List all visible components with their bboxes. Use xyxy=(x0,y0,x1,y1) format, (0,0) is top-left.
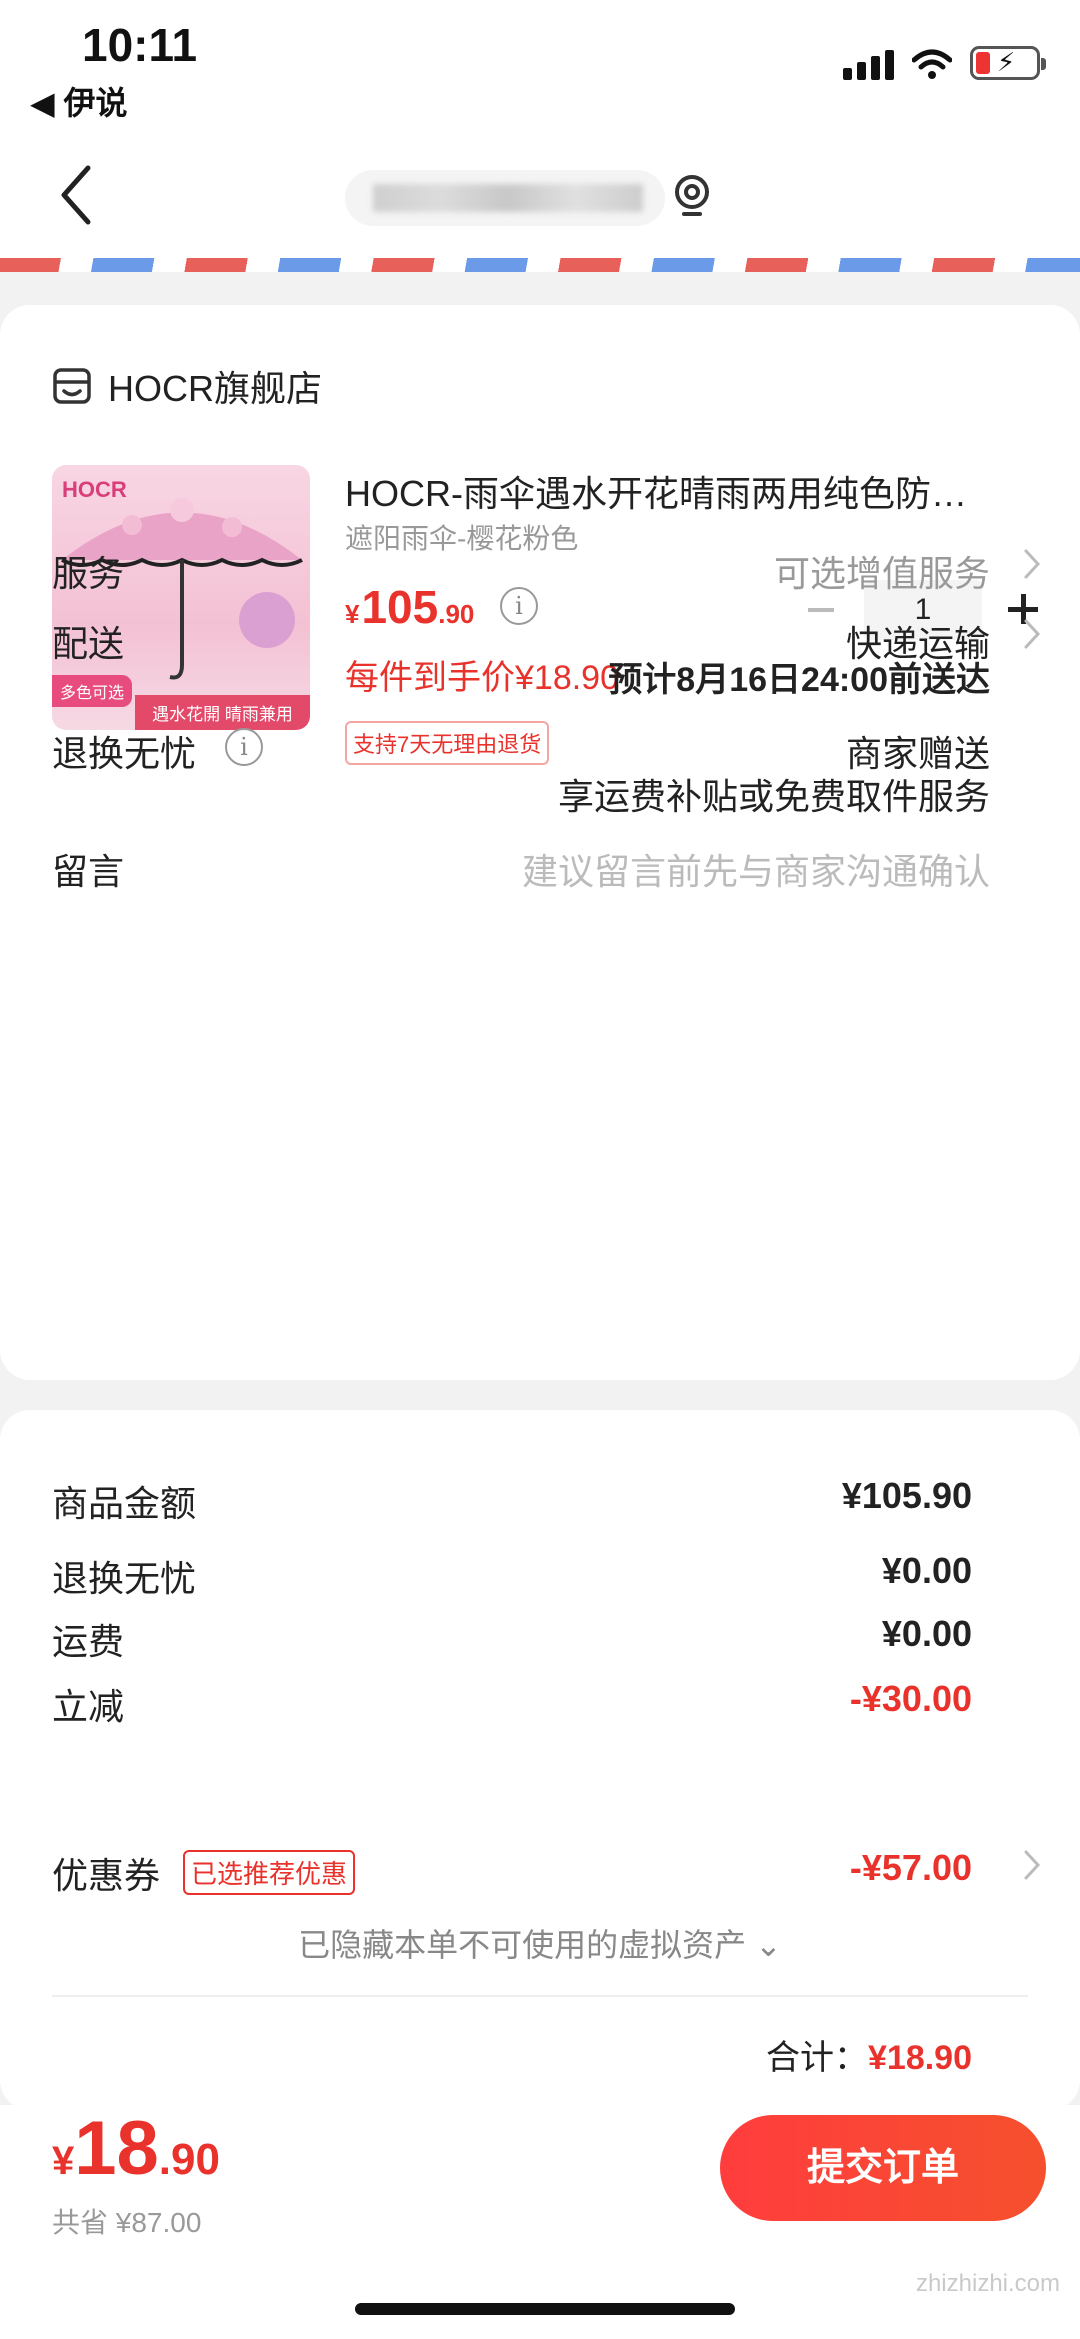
service-value[interactable]: 可选增值服务 xyxy=(774,545,990,597)
status-bar: 10:11 ◀ 伊说 ⚡ xyxy=(0,0,1080,130)
submit-order-button[interactable]: 提交订单 xyxy=(720,2115,1046,2221)
back-arrow-icon[interactable] xyxy=(52,160,102,230)
price-info-icon[interactable]: i xyxy=(500,587,538,625)
coupon-tag: 已选推荐优惠 xyxy=(183,1850,356,1895)
order-total: 合计：¥18.90 xyxy=(766,2030,972,2079)
product-variant[interactable]: 遮阳雨伞-樱花粉色 xyxy=(345,517,578,557)
message-input[interactable]: 建议留言前先与商家沟通确认 xyxy=(522,843,990,895)
hidden-assets-toggle[interactable]: 已隐藏本单不可使用的虚拟资产 ⌄ xyxy=(0,1920,1080,1966)
delivery-eta: 预计8月16日24:00前送达 xyxy=(608,661,990,699)
signal-icon xyxy=(843,50,894,80)
location-pin-icon[interactable] xyxy=(670,172,714,224)
watermark: zhizhizhi.com xyxy=(915,2270,1060,2297)
delivery-chevron-icon[interactable] xyxy=(1022,617,1042,651)
product-thumbnail[interactable]: HOCR 多色可选 遇水花開 晴雨兼用 xyxy=(52,465,310,730)
coupon-label: 优惠券 xyxy=(52,1855,161,1896)
total-saved: 共省 ¥87.00 xyxy=(52,2207,202,2238)
delivery-label: 配送 xyxy=(52,623,125,664)
home-indicator[interactable] xyxy=(355,2303,735,2315)
shipping-label: 运费 xyxy=(52,1621,125,1662)
blurred-title xyxy=(345,170,665,226)
total-value: ¥18.90 xyxy=(868,2039,972,2077)
message-label: 留言 xyxy=(52,851,125,892)
status-icons: ⚡ xyxy=(843,46,1046,80)
coupon-value[interactable]: -¥57.00 xyxy=(850,1847,972,1889)
return-info-icon[interactable]: i xyxy=(225,728,263,766)
service-chevron-icon[interactable] xyxy=(1022,547,1042,581)
battery-icon: ⚡ xyxy=(970,46,1046,80)
divider xyxy=(52,1995,1028,1997)
discount-label: 立减 xyxy=(52,1686,125,1727)
thumb-tag-colors: 多色可选 xyxy=(52,675,133,707)
shop-name: HOCR旗舰店 xyxy=(108,368,322,409)
back-to-app-link[interactable]: ◀ 伊说 xyxy=(30,78,128,124)
unit-price: 每件到手价¥18.90 xyxy=(345,659,619,697)
refund-policy-tag: 支持7天无理由退货 xyxy=(345,721,550,765)
return-fee-value: ¥0.00 xyxy=(881,1550,972,1591)
shop-header[interactable]: HOCR旗舰店 xyxy=(52,360,322,412)
product-price: ¥ 105 .90 xyxy=(345,581,475,633)
goods-amount-label: 商品金额 xyxy=(52,1483,197,1524)
return-description: 享运费补贴或免费取件服务 xyxy=(557,776,990,817)
wifi-icon xyxy=(912,49,952,79)
goods-amount-value: ¥105.90 xyxy=(841,1475,972,1516)
return-label: 退换无忧 xyxy=(52,733,197,774)
summary-card: 商品金额 ¥105.90 退换无忧 ¥0.00 运费 ¥0.00 立减 -¥30… xyxy=(0,1410,1080,2110)
product-title[interactable]: HOCR-雨伞遇水开花晴雨两用纯色防… xyxy=(345,465,1025,517)
nav-bar xyxy=(0,130,1080,260)
status-time: 10:11 xyxy=(82,19,198,71)
store-icon xyxy=(53,368,91,404)
return-fee-label: 退换无忧 xyxy=(52,1558,197,1599)
discount-value: -¥30.00 xyxy=(849,1678,972,1719)
coupon-chevron-icon[interactable] xyxy=(1022,1848,1042,1882)
airmail-stripe xyxy=(0,258,1080,272)
service-row-label: 服务 xyxy=(52,553,125,594)
checkout-bar: ¥ 18 .90 共省 ¥87.00 提交订单 xyxy=(0,2105,1080,2339)
total-label: 合计： xyxy=(766,2039,868,2077)
payable-price: ¥ 18 .90 xyxy=(52,2106,220,2191)
shipping-value: ¥0.00 xyxy=(881,1613,972,1654)
